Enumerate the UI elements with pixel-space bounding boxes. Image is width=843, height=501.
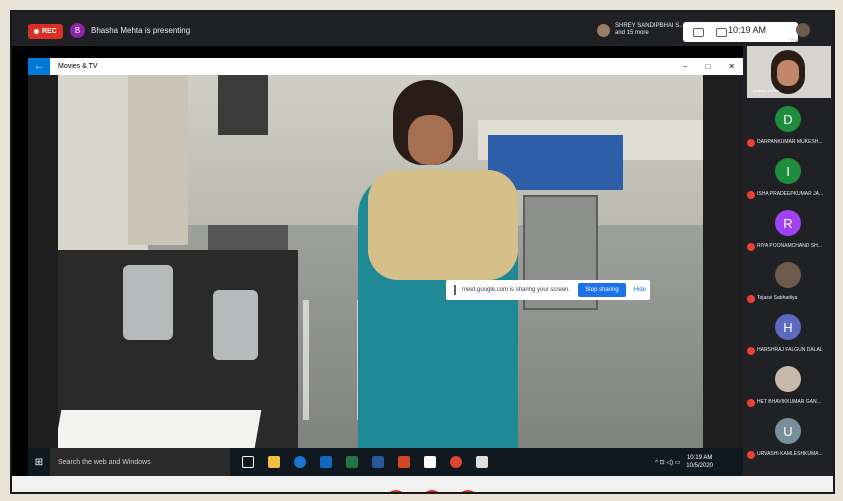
presenter-info: B Bhasha Mehta is presenting: [70, 23, 190, 38]
recording-badge: REC: [28, 24, 63, 39]
meet-top-bar: REC B Bhasha Mehta is presenting SHREY S…: [12, 12, 833, 46]
window-controls: – □ ✕: [683, 58, 735, 75]
screen-frame: REC B Bhasha Mehta is presenting SHREY S…: [10, 10, 835, 494]
powerpoint-icon[interactable]: [398, 456, 410, 468]
back-button[interactable]: ←: [28, 58, 50, 75]
participant-tile[interactable]: D DARPANKUMAR MUKESH...: [743, 102, 833, 152]
participant-tile[interactable]: Tejasvi Sabhadiya: [743, 258, 833, 308]
self-label: You: [790, 38, 799, 44]
participants-line2: and 15 more: [615, 30, 649, 36]
mic-off-icon: [747, 243, 755, 251]
mic-off-icon: [747, 139, 755, 147]
participant-name: URVASHI KAMLESHKUMA...: [757, 451, 823, 457]
mic-off-icon: [747, 347, 755, 355]
window-title: Movies & TV: [58, 63, 98, 70]
screen-share-notice: meet.google.com is sharing your screen. …: [446, 280, 650, 300]
test-tube-rack: [303, 300, 363, 420]
participant-name: DARPANKUMAR MUKESH...: [757, 139, 823, 145]
participant-name: HARSHRAJ FALGUN DALAL: [757, 347, 823, 353]
participant-name: HET BHAVIKKUMAR GAN...: [757, 399, 821, 405]
rec-label: REC: [42, 28, 57, 35]
lab-door: [218, 75, 268, 135]
minimize-button[interactable]: –: [683, 62, 687, 71]
participant-tile[interactable]: R RIYA POONAMCHAND SH...: [743, 206, 833, 256]
close-button[interactable]: ✕: [728, 62, 735, 71]
participant-name: Tejasvi Sabhadiya: [757, 295, 798, 301]
participant-tile[interactable]: I ISHA PRADEEPKUMAR JA...: [743, 154, 833, 204]
mic-off-icon: [747, 191, 755, 199]
participant-tile[interactable]: HET BHAVIKKUMAR GAN...: [743, 362, 833, 412]
hide-button[interactable]: Hide: [634, 287, 646, 293]
stop-sharing-button[interactable]: Stop sharing: [578, 283, 626, 297]
tray-time: 10:19 AM: [686, 455, 713, 461]
presenter-avatar: B: [70, 23, 85, 38]
file-explorer-icon[interactable]: [268, 456, 280, 468]
lab-sink: [208, 225, 288, 250]
participant-tile[interactable]: H HARSHRAJ FALGUN DALAL: [743, 310, 833, 360]
maximize-button[interactable]: □: [705, 62, 710, 71]
windows-start-icon[interactable]: ⊞: [28, 448, 50, 476]
participant-avatar: [597, 23, 610, 37]
end-call-button[interactable]: [422, 490, 442, 492]
tray-clock[interactable]: 10:19 AM 10/5/2020: [686, 454, 713, 470]
system-tray: ^ ⊡ ◁) ▭ 10:19 AM 10/5/2020: [655, 448, 713, 476]
scarf: [368, 170, 518, 280]
participant-photo: [775, 262, 801, 288]
people-icon[interactable]: [693, 27, 704, 37]
camera-button[interactable]: [458, 490, 478, 492]
tray-date: 10/5/2020: [686, 463, 713, 469]
mic-off-icon: [747, 451, 755, 459]
participant-name: RIYA POONAMCHAND SH...: [757, 243, 822, 249]
windows-taskbar: ⊞ Search the web and Windows ^ ⊡ ◁) ▭ 10…: [28, 448, 743, 476]
lab-shelf: [128, 75, 188, 245]
self-avatar[interactable]: [796, 23, 810, 37]
store-icon[interactable]: [320, 456, 332, 468]
mic-off-icon: [747, 399, 755, 407]
participant-photo: [775, 366, 801, 392]
participant-avatar: I: [775, 158, 801, 184]
participant-avatar: H: [775, 314, 801, 340]
presenter-face: [408, 115, 453, 165]
record-dot-icon: [34, 29, 39, 34]
taskbar-search[interactable]: Search the web and Windows: [50, 448, 230, 476]
participant-sidebar: Bhasha Mehta D DARPANKUMAR MUKESH... I I…: [743, 46, 833, 476]
chrome-icon[interactable]: [450, 456, 462, 468]
window-titlebar: ← Movies & TV – □ ✕: [28, 58, 743, 75]
share-notice-text: meet.google.com is sharing your screen.: [462, 287, 571, 293]
mic-off-icon: [747, 295, 755, 303]
reagent-bottle: [213, 290, 258, 360]
movies-tv-window: ← Movies & TV – □ ✕ ⊞ Search the web and…: [28, 58, 743, 476]
movies-tv-icon[interactable]: [476, 456, 488, 468]
presenter-text: Bhasha Mehta is presenting: [91, 26, 191, 35]
meet-bottom-bar: [12, 476, 833, 492]
drag-handle-icon[interactable]: [454, 285, 456, 295]
store-bag-icon[interactable]: [424, 456, 436, 468]
chat-icon[interactable]: [716, 27, 727, 37]
paper-sheet: [58, 410, 262, 448]
participant-avatar: U: [775, 418, 801, 444]
edge-icon[interactable]: [294, 456, 306, 468]
taskbar-apps: [242, 456, 488, 468]
participants-summary[interactable]: SHREY SANDIPBHAI S... and 15 more: [597, 23, 684, 37]
reagent-bottle: [123, 265, 173, 340]
presenter-tile[interactable]: Bhasha Mehta: [747, 46, 831, 98]
mic-button[interactable]: [386, 490, 406, 492]
participant-avatar: R: [775, 210, 801, 236]
presenter-tile-label: Bhasha Mehta: [753, 88, 779, 93]
word-icon[interactable]: [372, 456, 384, 468]
task-view-icon[interactable]: [242, 456, 254, 468]
tray-icons[interactable]: ^ ⊡ ◁) ▭: [655, 459, 680, 466]
participants-line1: SHREY SANDIPBHAI S...: [615, 23, 685, 29]
excel-icon[interactable]: [346, 456, 358, 468]
meet-clock: 10:19 AM: [728, 25, 767, 35]
video-frame[interactable]: [58, 75, 703, 448]
participant-avatar: D: [775, 106, 801, 132]
presenter-thumbnail-face: [777, 60, 799, 86]
participant-name: ISHA PRADEEPKUMAR JA...: [757, 191, 824, 197]
participant-tile[interactable]: U URVASHI KAMLESHKUMA...: [743, 414, 833, 464]
